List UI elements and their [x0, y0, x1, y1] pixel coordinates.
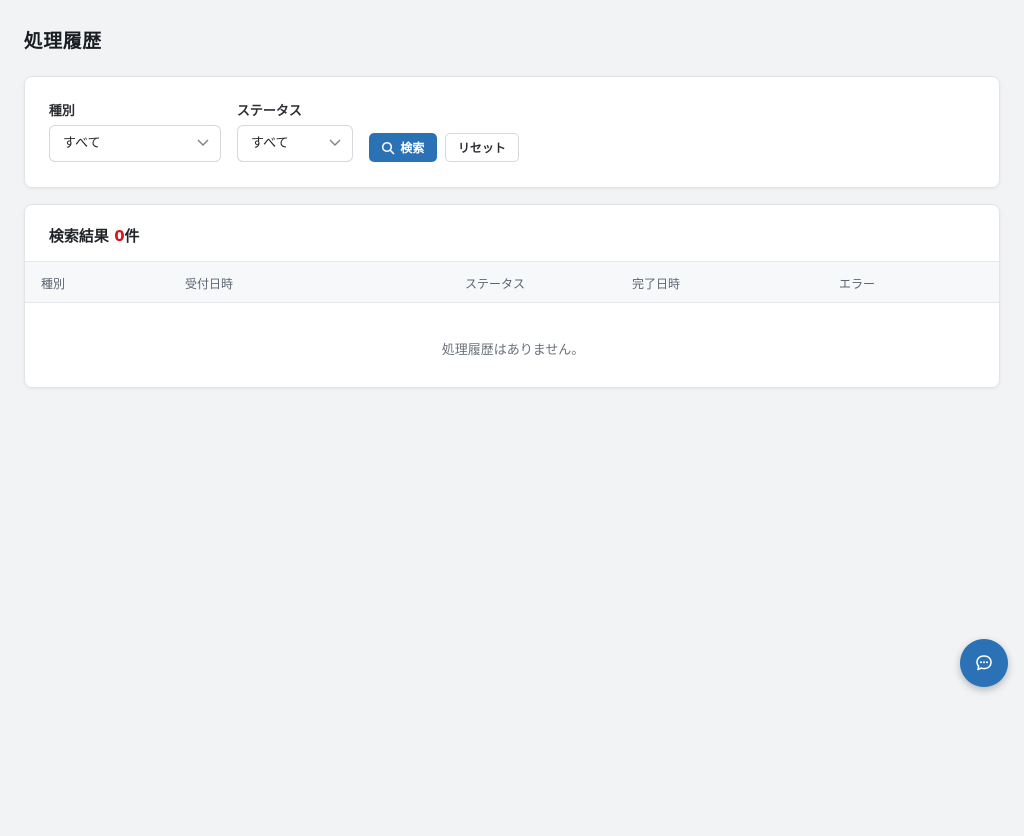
page-title: 処理履歴 — [24, 30, 103, 52]
search-icon — [382, 141, 395, 154]
status-filter-label: ステータス — [237, 104, 303, 119]
results-header-suffix: 件 — [124, 227, 140, 245]
results-header-prefix: 検索結果 — [49, 227, 115, 245]
chat-bubble-icon — [976, 655, 992, 671]
reset-button-label: リセット — [457, 141, 506, 155]
type-filter: 種別 すべて — [49, 103, 221, 162]
results-panel: 検索結果 0件 種別 受付日時 ステータス 完了日時 エラー 処理履歴はありませ… — [24, 204, 1000, 388]
results-header: 検索結果 0件 — [49, 225, 140, 246]
reset-button[interactable]: リセット — [445, 133, 519, 162]
type-select-value: すべて — [63, 136, 101, 151]
column-header-type[interactable]: 種別 — [41, 275, 65, 292]
status-select[interactable]: すべて — [237, 125, 353, 162]
empty-state-message: 処理履歴はありません。 — [441, 343, 585, 358]
column-header-completed-at[interactable]: 完了日時 — [632, 275, 680, 292]
filter-panel: 種別 すべて ステータス すべて 検索 リセット — [24, 76, 1000, 188]
chat-button[interactable] — [960, 639, 1008, 687]
column-header-received-at[interactable]: 受付日時 — [185, 275, 233, 292]
table-header-row: 種別 受付日時 ステータス 完了日時 エラー — [25, 261, 999, 303]
status-select-value: すべて — [251, 136, 289, 151]
type-select[interactable]: すべて — [49, 125, 221, 162]
chevron-down-icon — [329, 139, 341, 146]
status-filter: ステータス すべて — [237, 103, 353, 162]
results-count: 0 — [114, 227, 125, 245]
page: 処理履歴 種別 すべて ステータス すべて 検索 リセット 検索結果 0件 種別… — [0, 0, 1024, 836]
type-filter-label: 種別 — [49, 104, 76, 119]
column-header-status[interactable]: ステータス — [465, 275, 525, 292]
search-button[interactable]: 検索 — [369, 133, 437, 162]
search-button-label: 検索 — [400, 141, 425, 155]
column-header-error[interactable]: エラー — [839, 275, 875, 292]
chevron-down-icon — [197, 139, 209, 146]
